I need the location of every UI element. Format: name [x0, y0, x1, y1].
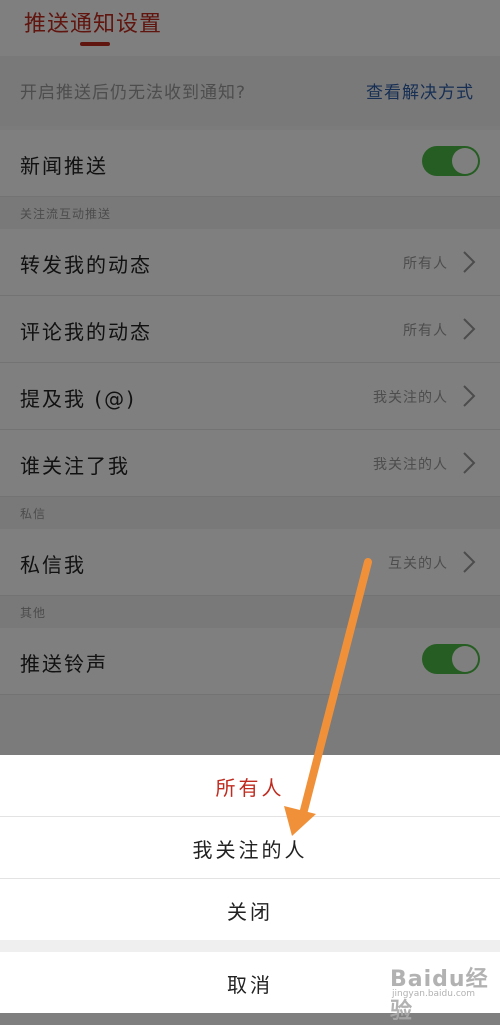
option-off[interactable]: 关闭 — [0, 879, 500, 940]
baidu-jingyan-watermark: Baidu经验 jingyan.baidu.com — [390, 957, 490, 1024]
watermark-url: jingyan.baidu.com — [392, 989, 476, 999]
option-people-i-follow[interactable]: 我关注的人 — [0, 817, 500, 878]
option-everyone[interactable]: 所有人 — [0, 755, 500, 816]
